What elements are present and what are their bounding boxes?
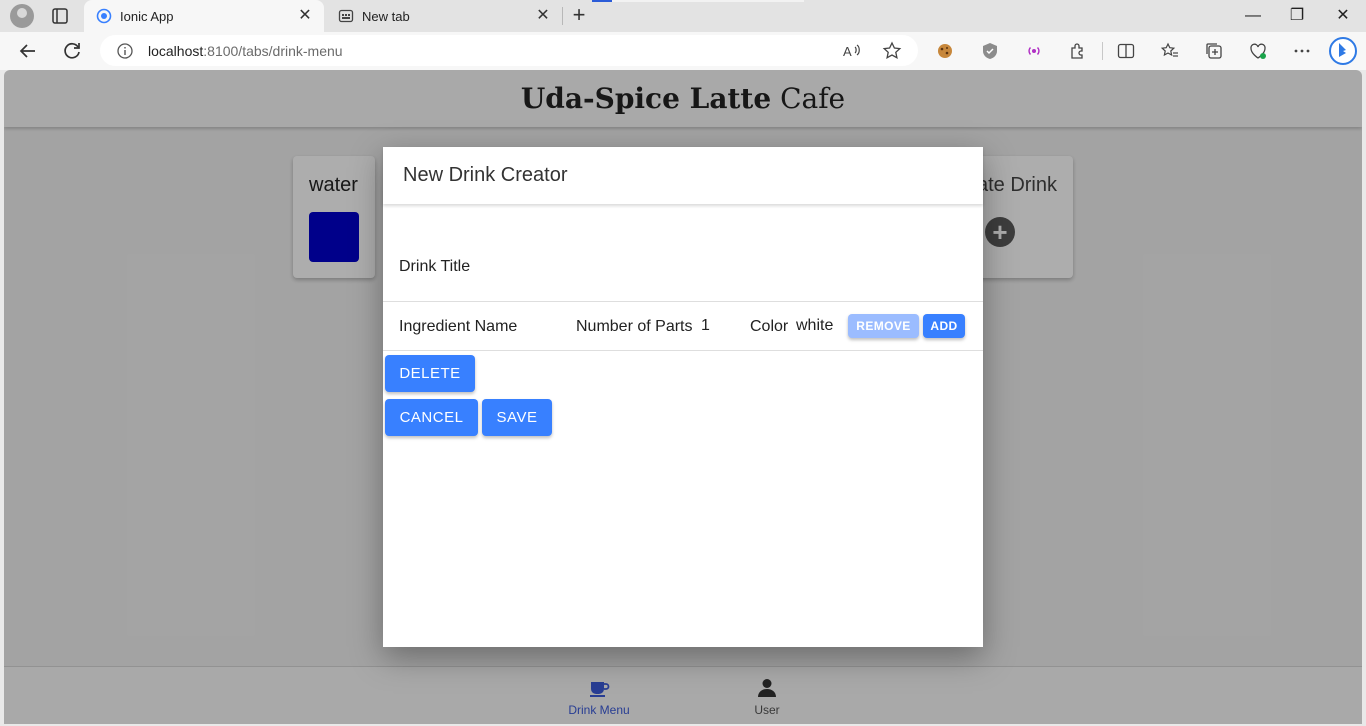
drink-title-label: Drink Title [399,258,471,275]
save-button[interactable]: SAVE [482,399,552,436]
modal-header: New Drink Creator [383,147,983,204]
delete-button[interactable]: DELETE [385,355,475,392]
close-tab-icon[interactable]: ✕ [536,8,550,24]
url-text[interactable]: localhost:8100/tabs/drink-menu [148,43,343,59]
parts-input[interactable]: 1 [701,317,710,335]
bing-copilot-icon[interactable] [1328,36,1358,66]
url-path: :8100/tabs/drink-menu [203,43,343,59]
ionic-favicon-icon [96,8,112,24]
ingredient-name-label[interactable]: Ingredient Name [399,318,517,336]
broadcast-extension-icon[interactable] [1024,41,1044,61]
toolbar-divider [1102,42,1103,60]
site-info-icon[interactable] [116,42,134,60]
tab-actions-icon[interactable] [48,6,72,26]
loading-track [592,0,804,2]
color-input[interactable]: white [796,317,833,335]
remove-ingredient-button[interactable]: REMOVE [848,314,919,338]
window-close-icon[interactable]: ✕ [1331,4,1355,28]
new-tab-plus-icon[interactable]: + [568,4,590,27]
split-screen-icon[interactable] [1116,41,1136,61]
modal-title: New Drink Creator [403,164,568,186]
restore-icon[interactable]: ❐ [1285,4,1309,28]
color-label: Color [750,318,789,335]
browser-essentials-icon[interactable] [1248,41,1268,61]
browser-tab-new-tab[interactable]: New tab ✕ [326,0,562,32]
new-tab-favicon-icon [338,8,354,24]
cookie-extension-icon[interactable] [935,41,955,61]
loading-indicator [592,0,612,2]
cancel-button[interactable]: CANCEL [385,399,478,436]
ingredient-row: Ingredient Name Number of Parts 1 Color … [383,302,983,351]
shield-extension-icon[interactable] [980,41,1000,61]
browser-toolbar: localhost:8100/tabs/drink-menu A [0,32,1366,70]
collections-icon[interactable] [1204,41,1224,61]
svg-text:A: A [843,44,852,59]
add-ingredient-button[interactable]: ADD [923,314,965,338]
profile-avatar[interactable] [10,4,34,28]
browser-tab-strip: Ionic App ✕ New tab ✕ + — ❐ ✕ [0,0,1366,32]
minimize-icon[interactable]: — [1241,4,1265,28]
tab-title: Ionic App [120,8,174,24]
url-host: localhost [148,43,204,59]
app-viewport: Uda-Spice Latte Cafe water Create Drink … [4,70,1362,724]
browser-tab-ionic-app[interactable]: Ionic App ✕ [84,0,324,32]
back-arrow-icon[interactable] [16,39,40,63]
refresh-icon[interactable] [60,39,84,63]
drink-title-item[interactable]: Drink Title [383,205,983,302]
new-drink-modal: New Drink Creator Drink Title Ingredient… [383,147,983,647]
tab-divider [562,7,563,25]
close-tab-icon[interactable]: ✕ [298,8,312,24]
more-options-icon[interactable] [1292,41,1312,61]
extensions-puzzle-icon[interactable] [1068,41,1088,61]
tab-title: New tab [362,8,410,24]
favorite-star-icon[interactable] [882,41,902,61]
address-bar[interactable]: localhost:8100/tabs/drink-menu A [100,35,918,66]
parts-label: Number of Parts [576,318,693,335]
favorites-list-icon[interactable] [1160,41,1180,61]
read-aloud-icon[interactable]: A [842,41,862,61]
